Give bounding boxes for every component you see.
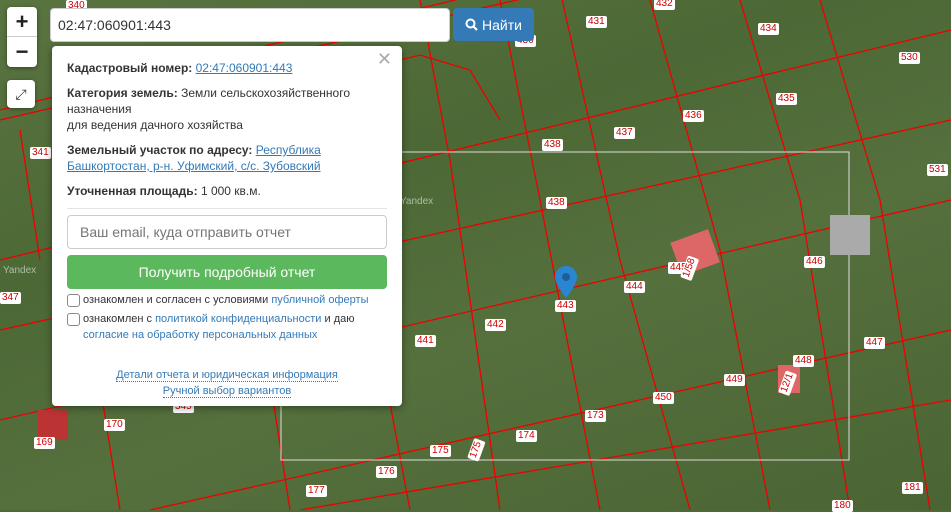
label: Земельный участок по адресу: [67,143,253,157]
parcel-label[interactable]: 446 [804,256,825,268]
cadastral-number-row: Кадастровый номер: 02:47:060901:443 [67,60,387,76]
search-button[interactable]: Найти [453,8,534,41]
parcel-label[interactable]: 448 [793,355,814,367]
privacy-text: ознакомлен с политикой конфиденциальност… [83,311,354,343]
parcel-label[interactable]: 436 [683,110,704,122]
popup-links: Детали отчета и юридическая информация Р… [67,367,387,399]
parcel-label[interactable]: 176 [376,466,397,478]
map-watermark: Yandex [3,265,37,276]
parcel-label[interactable]: 438 [542,139,563,151]
zoom-out-button[interactable]: − [7,37,37,67]
parcel-label[interactable]: 434 [758,23,779,35]
parcel-info-popup: ✕ Кадастровый номер: 02:47:060901:443 Ка… [52,46,402,406]
area-row: Уточненная площадь: 1 000 кв.м. [67,183,387,199]
divider [67,208,387,209]
zoom-in-button[interactable]: + [7,7,37,37]
address-row: Земельный участок по адресу: Республика … [67,142,387,174]
parcel-label[interactable]: 441 [415,335,436,347]
zoom-control: + − [7,7,37,67]
parcel-label[interactable]: 181 [902,482,923,494]
location-pin-icon[interactable] [555,266,577,298]
land-category-row: Категория земель: Земли сельскохозяйстве… [67,85,387,133]
parcel-label[interactable]: 431 [586,16,607,28]
parcel-label[interactable]: 341 [30,147,51,159]
cadastral-number-link[interactable]: 02:47:060901:443 [196,61,293,75]
parcel-label[interactable]: 449 [724,374,745,386]
parcel-label[interactable]: 442 [485,319,506,331]
offer-checkbox[interactable] [67,294,80,307]
text: ознакомлен и согласен с условиями [83,294,272,306]
get-report-button[interactable]: Получить подробный отчет [67,255,387,289]
parcel-label[interactable]: 437 [614,127,635,139]
report-details-link[interactable]: Детали отчета и юридическая информация [116,369,338,382]
parcel-label[interactable]: 443 [555,300,576,312]
offer-agreement: ознакомлен и согласен с условиями публич… [67,292,387,308]
parcel-label[interactable]: 180 [832,500,853,512]
privacy-policy-link[interactable]: политикой конфиденциальности [155,313,321,325]
cadastral-search-input[interactable] [50,8,450,42]
text: и даю [321,313,355,325]
parcel-label[interactable]: 450 [653,392,674,404]
text: ознакомлен с [83,313,156,325]
parcel-label[interactable]: 531 [927,164,948,176]
close-icon[interactable]: ✕ [377,50,392,68]
fullscreen-button[interactable]: ⤢ [7,80,35,108]
email-field[interactable] [67,215,387,249]
parcel-label[interactable]: 435 [776,93,797,105]
land-use: для ведения дачного хозяйства [67,118,243,132]
label: Категория земель: [67,86,178,100]
map-watermark: Yandex [400,196,434,207]
parcel-label[interactable]: 174 [516,430,537,442]
area-value: 1 000 кв.м. [200,184,261,198]
parcel-label[interactable]: 432 [654,0,675,10]
public-offer-link[interactable]: публичной оферты [271,294,368,306]
parcel-label[interactable]: 438 [546,197,567,209]
privacy-agreement: ознакомлен с политикой конфиденциальност… [67,311,387,343]
parcel-label[interactable]: 444 [624,281,645,293]
privacy-checkbox[interactable] [67,313,80,326]
search-button-label: Найти [482,16,522,33]
parcel-label[interactable]: 177 [306,485,327,497]
label: Кадастровый номер: [67,61,193,75]
parcel-label[interactable]: 173 [585,410,606,422]
manual-selection-link[interactable]: Ручной выбор вариантов [162,385,292,398]
parcel-label[interactable]: 175 [430,445,451,457]
offer-text: ознакомлен и согласен с условиями публич… [83,292,369,308]
expand-icon: ⤢ [15,85,27,102]
parcel-label[interactable]: 347 [0,292,21,304]
parcel-label[interactable]: 170 [104,419,125,431]
search-icon [465,18,478,31]
parcel-label[interactable]: 530 [899,52,920,64]
label: Уточненная площадь: [67,184,198,198]
parcel-label[interactable]: 447 [864,337,885,349]
parcel-label[interactable]: 169 [34,437,55,449]
personal-data-consent-link[interactable]: согласие на обработку персональных данны… [83,329,317,341]
